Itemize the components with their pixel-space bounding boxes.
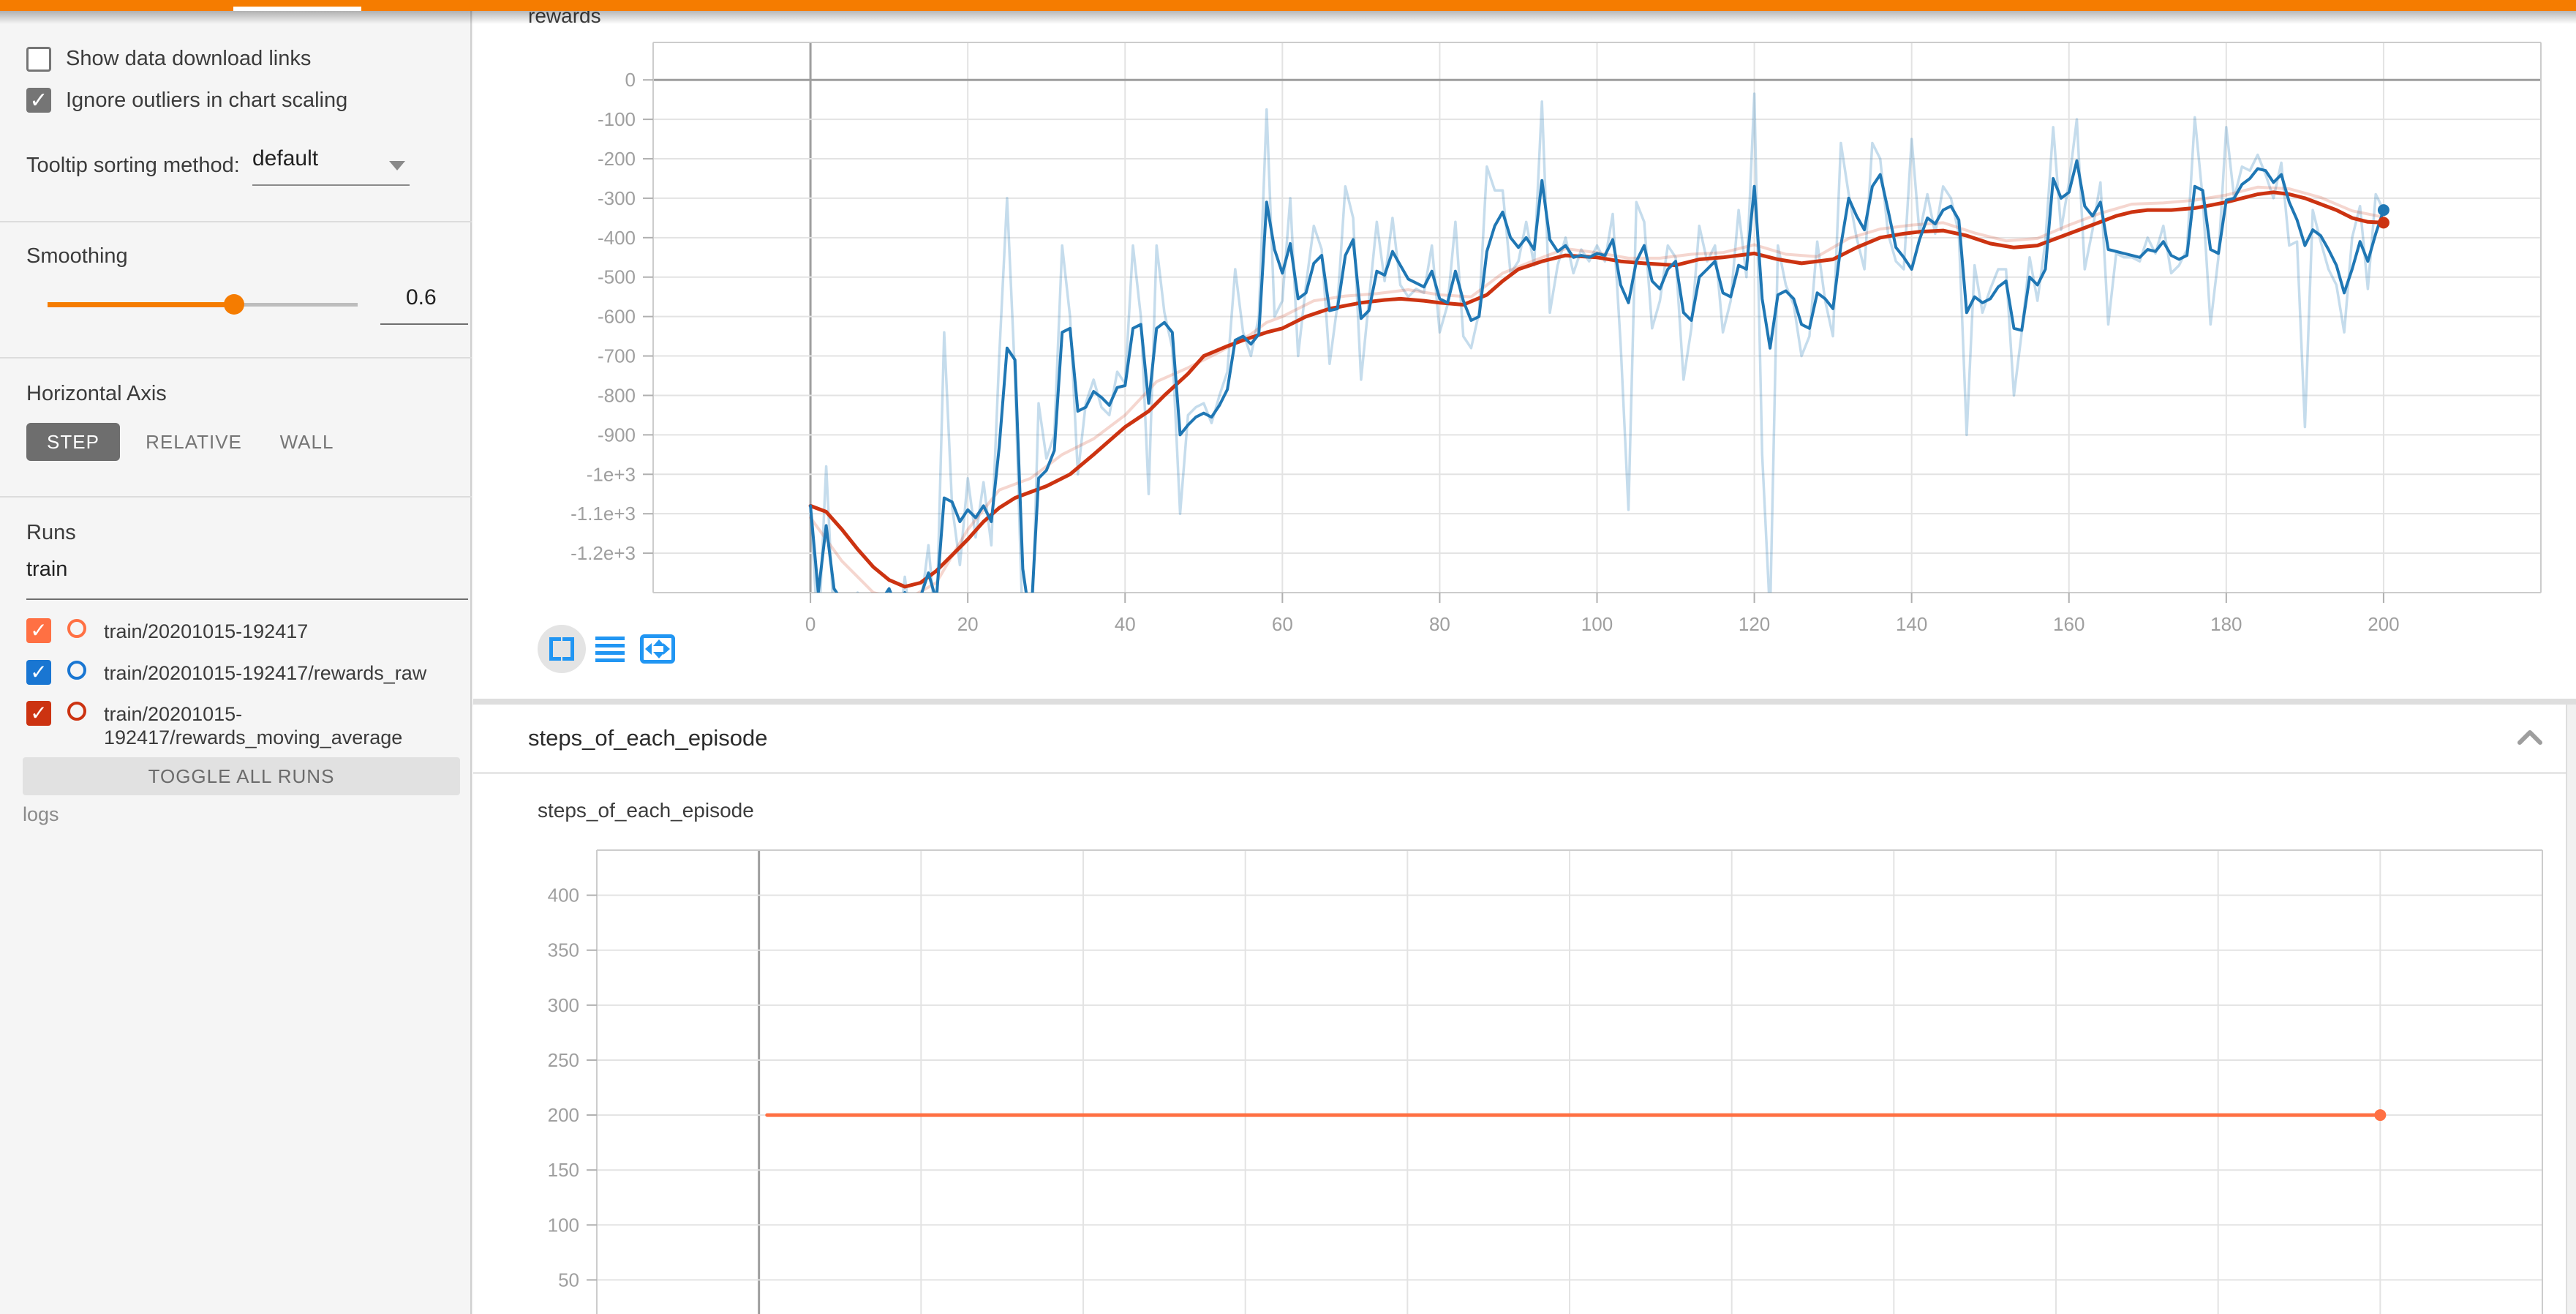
svg-text:100: 100	[1581, 613, 1613, 635]
svg-text:50: 50	[558, 1269, 579, 1291]
fit-domain-icon[interactable]	[640, 634, 675, 664]
svg-text:-700: -700	[598, 345, 636, 367]
show-download-links-checkbox[interactable]	[26, 47, 51, 72]
run-checkbox[interactable]: ✓	[26, 701, 51, 726]
svg-text:-1.1e+3: -1.1e+3	[570, 503, 636, 525]
lines-icon[interactable]	[595, 637, 625, 663]
svg-text:-800: -800	[598, 384, 636, 406]
run-label: train/20201015-192417	[104, 620, 473, 643]
section-header-steps-of-each-episode[interactable]: steps_of_each_episode	[473, 705, 2566, 772]
settings-sidebar: Show data download links ✓ Ignore outlie…	[0, 0, 472, 1314]
select-underline	[252, 184, 410, 186]
svg-text:-100: -100	[598, 108, 636, 130]
run-checkbox[interactable]: ✓	[26, 660, 51, 685]
svg-text:200: 200	[548, 1104, 579, 1126]
svg-text:-300: -300	[598, 187, 636, 209]
run-checkbox[interactable]: ✓	[26, 618, 51, 643]
svg-text:120: 120	[1739, 613, 1770, 635]
tooltip-sorting-select[interactable]: default	[252, 146, 410, 171]
svg-text:0: 0	[805, 613, 816, 635]
rewards-chart[interactable]: 0 -100 -200 -300 -400 -500 -600 -700 -800 -900 -1e…	[473, 22, 2576, 680]
svg-text:250: 250	[548, 1049, 579, 1071]
show-download-links-label: Show data download links	[66, 47, 311, 71]
svg-text:350: 350	[548, 939, 579, 961]
svg-text:40: 40	[1115, 613, 1136, 635]
svg-text:0: 0	[625, 69, 636, 91]
runs-filter-underline	[26, 598, 468, 600]
tensorboard-app: Show data download links ✓ Ignore outlie…	[0, 0, 2576, 1314]
tooltip-sorting-label: Tooltip sorting method:	[26, 154, 240, 178]
svg-text:-1.2e+3: -1.2e+3	[570, 542, 636, 564]
run-color-swatch[interactable]	[67, 702, 86, 721]
divider	[0, 221, 472, 222]
slider-knob[interactable]	[224, 294, 244, 315]
divider	[0, 496, 472, 498]
divider	[473, 772, 2576, 774]
chevron-down-icon	[389, 161, 405, 170]
svg-text:-400: -400	[598, 227, 636, 249]
svg-text:20: 20	[957, 613, 979, 635]
run-label: train/20201015-192417/rewards_moving_ave…	[104, 702, 473, 749]
svg-text:-200: -200	[598, 148, 636, 170]
svg-text:-500: -500	[598, 266, 636, 288]
axis-wall-button[interactable]: WALL	[272, 423, 342, 461]
scrollbar[interactable]	[2566, 705, 2576, 1314]
logs-label: logs	[23, 803, 59, 826]
svg-text:180: 180	[2210, 613, 2242, 635]
svg-text:140: 140	[1896, 613, 1927, 635]
topbar-shadow	[0, 11, 2576, 24]
tooltip-sorting-value: default	[252, 146, 410, 171]
axis-step-button[interactable]: STEP	[26, 423, 120, 461]
smoothing-slider[interactable]	[48, 296, 358, 313]
toggle-all-runs-button[interactable]: TOGGLE ALL RUNS	[23, 757, 460, 795]
fullscreen-icon[interactable]	[538, 625, 586, 673]
value-underline	[380, 323, 468, 325]
runs-filter-input[interactable]: train	[26, 557, 468, 582]
smoothing-label: Smoothing	[26, 244, 128, 269]
svg-text:-900: -900	[598, 424, 636, 446]
top-orange-bar	[0, 0, 2576, 11]
smoothing-value-field[interactable]: 0.6	[380, 285, 468, 310]
section-title: steps_of_each_episode	[528, 725, 767, 751]
svg-text:80: 80	[1429, 613, 1450, 635]
svg-text:200: 200	[2368, 613, 2399, 635]
ignore-outliers-checkbox[interactable]: ✓	[26, 88, 51, 113]
axis-relative-button[interactable]: RELATIVE	[146, 423, 241, 461]
run-label: train/20201015-192417/rewards_raw	[104, 661, 473, 685]
run-color-swatch[interactable]	[67, 619, 86, 638]
divider	[0, 357, 472, 358]
runs-label: Runs	[26, 521, 76, 545]
steps-chart[interactable]: 400 350 300 250 200 150 100 50	[473, 790, 2576, 1314]
svg-text:150: 150	[548, 1159, 579, 1181]
svg-text:-1e+3: -1e+3	[587, 463, 636, 485]
svg-text:60: 60	[1272, 613, 1293, 635]
ignore-outliers-label: Ignore outliers in chart scaling	[66, 89, 347, 113]
svg-text:400: 400	[548, 885, 579, 906]
chevron-up-icon[interactable]	[2514, 724, 2546, 753]
svg-text:-600: -600	[598, 306, 636, 328]
svg-text:100: 100	[548, 1214, 579, 1236]
horizontal-axis-label: Horizontal Axis	[26, 382, 167, 406]
smoothing-value: 0.6	[380, 285, 468, 310]
run-color-swatch[interactable]	[67, 661, 86, 680]
active-tab-underline	[233, 7, 361, 11]
svg-text:160: 160	[2053, 613, 2084, 635]
divider	[473, 699, 2576, 705]
scalars-dashboard: rewards 0-100-200-300-400-500-600-700-80…	[473, 0, 2576, 1314]
svg-text:300: 300	[548, 994, 579, 1016]
slider-fill	[48, 302, 234, 307]
